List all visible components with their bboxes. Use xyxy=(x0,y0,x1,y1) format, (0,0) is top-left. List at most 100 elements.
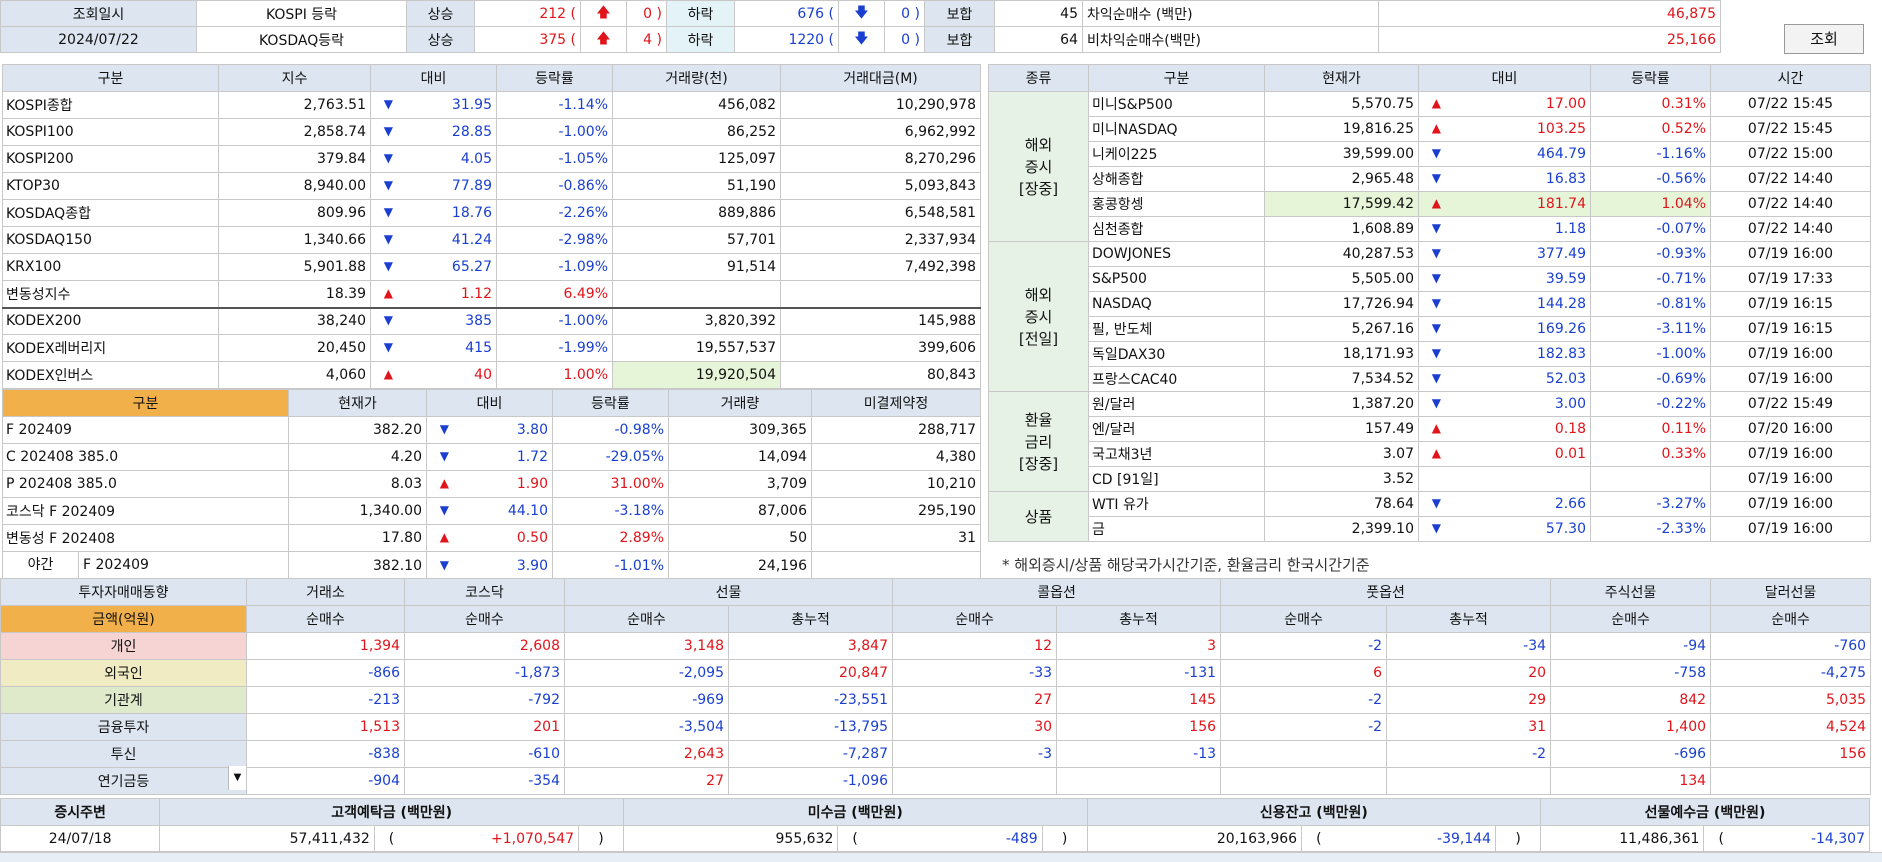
futures-volume: 14,094 xyxy=(668,443,812,471)
change-cell: ▼ 77.89 xyxy=(370,172,497,200)
investor-value: 20 xyxy=(1386,659,1552,687)
pct-value: -1.05% xyxy=(496,145,613,173)
change-cell: ▲ 0.01 xyxy=(1418,441,1591,467)
world-row[interactable]: 독일DAX30 18,171.93 ▼ 182.83 -1.00% 07/19 16:00 xyxy=(989,341,1871,367)
change-cell: ▼ 65.27 xyxy=(370,253,497,281)
world-row[interactable]: 상품 WTI 유가 78.64 ▼ 2.66 -3.27% 07/19 16:00 xyxy=(988,491,1871,542)
world-row[interactable]: 홍콩항셍 17,599.42 ▲ 181.74 1.04% 07/22 14:40 xyxy=(989,191,1871,217)
change-cell: ▼ 16.83 xyxy=(1418,166,1591,192)
query-button[interactable]: 조회 xyxy=(1784,24,1864,54)
world-row[interactable]: CD [91일] 3.52 07/19 16:00 xyxy=(989,466,1871,492)
investor-row[interactable]: 금융투자 1,513 201 -3,504 -13,795 30 156 -2 31 1,400 4… xyxy=(0,713,1872,741)
index-name: KODEX레버리지 xyxy=(2,334,219,362)
index-row[interactable]: KOSDAQ150 1,340.66 ▼ 41.24 -2.98% 57,701 2,337… xyxy=(2,226,981,254)
down-count: 1220 ( xyxy=(734,26,839,53)
triangle-down-icon: ▼ xyxy=(439,557,449,572)
investor-subheader: 순매수 xyxy=(1710,605,1872,633)
index-name: 변동성지수 xyxy=(2,280,219,308)
futures-volume: 24,196 xyxy=(668,551,812,580)
investor-value: -1,873 xyxy=(404,659,565,687)
query-date: 2024/07/22 xyxy=(0,26,197,53)
index-value: 18.39 xyxy=(218,280,371,308)
index-row[interactable]: KODEX레버리지 20,450 ▼ 415 -1.99% 19,557,537 399,6… xyxy=(2,334,981,362)
world-row[interactable]: 국고채3년 3.07 ▲ 0.01 0.33% 07/19 16:00 xyxy=(989,441,1871,467)
investor-unit: 금액(억원) xyxy=(0,605,247,633)
index-row[interactable]: KODEX인버스 4,060 ▲ 40 1.00% 19,920,504 80,843 xyxy=(2,361,981,389)
triangle-down-icon: ▼ xyxy=(1431,396,1441,410)
investor-name: 금융투자 xyxy=(0,713,247,741)
non-arb-label: 비차익순매수(백만) xyxy=(1082,26,1379,53)
world-name: 미니S&P500 xyxy=(1088,91,1265,117)
world-row[interactable]: 필, 반도체 5,267.16 ▼ 169.26 -3.11% 07/19 16:15 xyxy=(989,316,1871,342)
triangle-down-icon: ▼ xyxy=(1431,171,1441,185)
world-row[interactable]: 금 2,399.10 ▼ 57.30 -2.33% 07/19 16:00 xyxy=(989,516,1871,542)
world-row[interactable]: 심천종합 1,608.89 ▼ 1.18 -0.07% 07/22 14:40 xyxy=(989,216,1871,242)
world-name: NASDAQ xyxy=(1088,291,1265,317)
index-row[interactable]: KOSDAQ종합 809.96 ▼ 18.76 -2.26% 889,886 6,548,5… xyxy=(2,199,981,227)
bracket: ) xyxy=(578,825,624,852)
world-value: 5,505.00 xyxy=(1264,266,1419,292)
world-time: 07/19 16:00 xyxy=(1710,516,1871,542)
pct-value: 0.52% xyxy=(1590,116,1711,142)
index-row[interactable]: KTOP30 8,940.00 ▼ 77.89 -0.86% 51,190 5,093,84… xyxy=(2,172,981,200)
world-row[interactable]: 미니NASDAQ 19,816.25 ▲ 103.25 0.52% 07/22 15:45 xyxy=(989,116,1871,142)
futures-row[interactable]: F 202409 382.20 ▼ 3.80 -0.98% 309,365 288,717 xyxy=(2,416,981,444)
world-row[interactable]: 환율 금리 [장중] 원/달러 1,387.20 ▼ 3.00 -0.22% 07/22 1… xyxy=(988,391,1871,492)
change-value: 377.49 xyxy=(1537,246,1586,262)
hold-count: 64 xyxy=(994,26,1083,53)
open-interest: 4,380 xyxy=(811,443,981,471)
investor-row[interactable]: 투신 -838 -610 2,643 -7,287 -3 -13 -2 -696 156 xyxy=(0,740,1872,768)
futures-header: 대비 xyxy=(426,389,553,417)
index-row[interactable]: KODEX200 38,240 ▼ 385 -1.00% 3,820,392 145,988 xyxy=(2,307,981,335)
change-value: 28.85 xyxy=(451,124,492,140)
investor-group-header: 달러선물 xyxy=(1710,578,1872,606)
investor-subheader: 순매수 xyxy=(892,605,1058,633)
triangle-down-icon: ▼ xyxy=(1431,246,1441,260)
world-row[interactable]: 해외 증시 [전일] DOWJONES 40,287.53 ▼ 377.49 -0.93%… xyxy=(988,241,1871,392)
futures-price: 17.80 xyxy=(288,524,427,552)
futures-row[interactable]: P 202408 385.0 8.03 ▲ 1.90 31.00% 3,709 10,210 xyxy=(2,470,981,498)
investor-value: -792 xyxy=(404,686,565,714)
world-row[interactable]: 상해종합 2,965.48 ▼ 16.83 -0.56% 07/22 14:40 xyxy=(989,166,1871,192)
change-cell: ▼ 464.79 xyxy=(1418,141,1591,167)
world-name: 니케이225 xyxy=(1088,141,1265,167)
futures-row[interactable]: 코스닥 F 202409 1,340.00 ▼ 44.10 -3.18% 87,006 29… xyxy=(2,497,981,525)
pct-value: 1.04% xyxy=(1590,191,1711,217)
change-cell: ▼ 44.10 xyxy=(426,497,553,525)
investor-row[interactable]: 기관계 -213 -792 -969 -23,551 27 145 -2 29 842 5,035 xyxy=(0,686,1872,714)
bracket: ) xyxy=(1041,825,1088,852)
night-futures-row[interactable]: 야간 F 202409 382.10 ▼ 3.90 -1.01% 24,196 xyxy=(2,551,981,580)
index-value: 5,901.88 xyxy=(218,253,371,281)
world-row[interactable]: 프랑스CAC40 7,534.52 ▼ 52.03 -0.69% 07/19 16:00 xyxy=(989,366,1871,392)
up-count: 212 ( xyxy=(474,0,581,27)
triangle-down-icon: ▼ xyxy=(383,232,393,246)
world-row[interactable]: S&P500 5,505.00 ▼ 39.59 -0.71% 07/19 17:33 xyxy=(989,266,1871,292)
investor-value: -2,095 xyxy=(564,659,729,687)
index-row[interactable]: KOSPI200 379.84 ▼ 4.05 -1.05% 125,097 8,270,29… xyxy=(2,145,981,173)
index-row[interactable]: KOSPI종합 2,763.51 ▼ 31.95 -1.14% 456,082 10,290… xyxy=(2,91,981,119)
pct-value: -0.69% xyxy=(1590,366,1711,392)
futures-row[interactable]: C 202408 385.0 4.20 ▼ 1.72 -29.05% 14,094 4,38… xyxy=(2,443,981,471)
triangle-down-icon: ▼ xyxy=(383,205,393,219)
investor-dropdown[interactable]: ▼ xyxy=(228,766,246,790)
investor-panel: 투자자매매동향 거래소 코스닥 선물 콜옵션 풋옵션 주식선물 달러선물 금액(억원) 순매수 순… xyxy=(0,578,1872,795)
investor-name: 개인 xyxy=(0,632,247,660)
triangle-up-icon: ▲ xyxy=(383,367,393,381)
investor-row[interactable]: 연기금등 -904 -354 27 -1,096 134 xyxy=(0,767,1872,795)
triangle-down-icon: ▼ xyxy=(1431,221,1441,235)
index-row[interactable]: KRX100 5,901.88 ▼ 65.27 -1.09% 91,514 7,492,39… xyxy=(2,253,981,281)
investor-row[interactable]: 외국인 -866 -1,873 -2,095 20,847 -33 -131 6 20 -758-… xyxy=(0,659,1872,687)
change-value: 4.05 xyxy=(460,151,492,167)
amount: 80,843 xyxy=(780,361,981,389)
futures-row[interactable]: 변동성 F 202408 17.80 ▲ 0.50 2.89% 50 31 xyxy=(2,524,981,552)
world-row[interactable]: NASDAQ 17,726.94 ▼ 144.28 -0.81% 07/19 16:15 xyxy=(989,291,1871,317)
world-row[interactable]: 니케이225 39,599.00 ▼ 464.79 -1.16% 07/22 15:00 xyxy=(989,141,1871,167)
index-value: 4,060 xyxy=(218,361,371,389)
index-row[interactable]: 변동성지수 18.39 ▲ 1.12 6.49% xyxy=(2,280,981,308)
investor-row[interactable]: 개인 1,394 2,608 3,148 3,847 12 3 -2 -34 -94 -760 xyxy=(0,632,1872,660)
index-row[interactable]: KOSPI100 2,858.74 ▼ 28.85 -1.00% 86,252 6,962,… xyxy=(2,118,981,146)
up-arrow-icon: 🡅 xyxy=(580,0,627,27)
investor-value: -760 xyxy=(1710,632,1872,660)
world-row[interactable]: 엔/달러 157.49 ▲ 0.18 0.11% 07/20 16:00 xyxy=(989,416,1871,442)
world-row[interactable]: 해외 증시 [장중] 미니S&P500 5,570.75 ▲ 17.00 0.31% 07/… xyxy=(988,91,1871,242)
